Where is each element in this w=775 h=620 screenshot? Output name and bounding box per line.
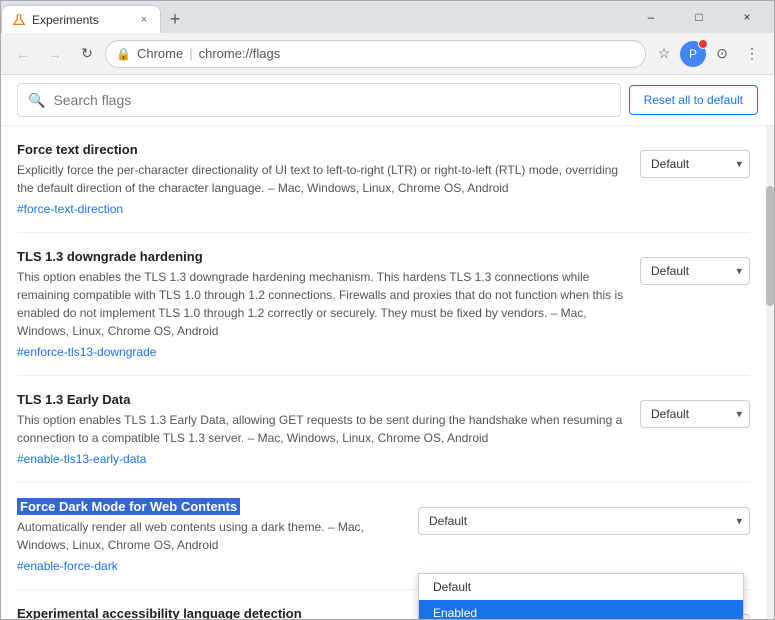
address-bar[interactable]: 🔒 Chrome | chrome://flags [105,40,646,68]
flag-control: Default Enabled Disabled [640,142,750,216]
minimize-button[interactable]: – [628,3,674,31]
flag-name: TLS 1.3 downgrade hardening [17,249,628,264]
search-box[interactable]: 🔍 [17,83,621,117]
forward-button[interactable]: → [41,40,69,68]
refresh-button[interactable]: ↻ [73,40,101,68]
scrollbar-thumb[interactable] [766,186,774,306]
notification-badge [698,39,708,49]
url-text: chrome://flags [199,46,281,61]
flag-item: TLS 1.3 Early Data This option enables T… [17,376,750,483]
tab-strip: Experiments × + [1,1,189,33]
tab-favicon [12,13,26,27]
highlighted-flag-name: Force Dark Mode for Web Contents [17,498,240,515]
menu-icon: ⋮ [745,45,759,62]
scrollbar-track[interactable] [766,126,774,619]
flag-control: Default Enabled Disabled [640,392,750,466]
chrome-label: Chrome [137,46,183,61]
flag-link[interactable]: #force-text-direction [17,202,123,216]
experiments-tab[interactable]: Experiments × [1,5,161,33]
flag-link[interactable]: #enable-tls13-early-data [17,452,146,466]
flag-desc: Automatically render all web contents us… [17,518,406,554]
flag-link[interactable]: #enforce-tls13-downgrade [17,345,156,359]
tab-title: Experiments [32,13,130,27]
select-wrapper: Default Enabled Disabled [640,257,750,285]
flag-control: Default Enabled Disabled [640,249,750,359]
main-content: Force text direction Explicitly force th… [1,126,774,619]
select-wrapper: Default Enabled Disabled [640,400,750,428]
window-controls: – □ × [628,1,774,33]
browser-window: Experiments × + – □ × ← → ↻ 🔒 Chrome | c… [0,0,775,620]
back-button[interactable]: ← [9,40,37,68]
flag-select[interactable]: Default Enabled Disabled [640,150,750,178]
flag-content: TLS 1.3 Early Data This option enables T… [17,392,628,466]
reset-all-button[interactable]: Reset all to default [629,85,758,115]
account-icon: ⊙ [716,45,728,62]
bookmark-icon: ☆ [658,45,671,62]
flag-item: Force text direction Explicitly force th… [17,126,750,233]
flag-desc: This option enables TLS 1.3 Early Data, … [17,411,628,447]
navigation-bar: ← → ↻ 🔒 Chrome | chrome://flags ☆ P ⊙ [1,33,774,75]
force-dark-flag-item: Force Dark Mode for Web Contents Automat… [17,483,750,590]
flag-content: Force Dark Mode for Web Contents Automat… [17,499,406,573]
new-tab-button[interactable]: + [161,5,189,33]
flag-select[interactable]: Default Enabled Disabled [640,257,750,285]
bookmark-button[interactable]: ☆ [650,40,678,68]
google-account-button[interactable]: ⊙ [708,40,736,68]
search-input[interactable] [53,92,609,108]
menu-button[interactable]: ⋮ [738,40,766,68]
forward-icon: → [48,46,62,62]
maximize-button[interactable]: □ [676,3,722,31]
dropdown-item-enabled[interactable]: Enabled [419,600,743,619]
search-bar-container: 🔍 Reset all to default [1,75,774,126]
flag-item: TLS 1.3 downgrade hardening This option … [17,233,750,376]
flag-desc: This option enables the TLS 1.3 downgrad… [17,268,628,340]
flag-name: Force Dark Mode for Web Contents [17,499,406,514]
select-wrapper: Default Enabled Disabled [640,150,750,178]
force-dark-dropdown: Default Enabled Enabled with simple HSL-… [418,573,744,619]
title-bar: Experiments × + – □ × [1,1,774,33]
flag-desc: Explicitly force the per-character direc… [17,161,628,197]
flags-list: Force text direction Explicitly force th… [1,126,766,619]
profile-avatar[interactable]: P [680,41,706,67]
flag-content: TLS 1.3 downgrade hardening This option … [17,249,628,359]
back-icon: ← [16,46,30,62]
flag-control: Default Enabled Enabled with simple HSL-… [418,499,750,573]
flag-link[interactable]: #enable-force-dark [17,559,118,573]
nav-right-controls: ☆ P ⊙ ⋮ [650,40,766,68]
lock-icon: 🔒 [116,47,131,61]
search-icon: 🔍 [28,92,45,109]
flag-name: TLS 1.3 Early Data [17,392,628,407]
close-button[interactable]: × [724,3,770,31]
force-dark-select[interactable]: Default Enabled Enabled with simple HSL-… [418,507,750,535]
refresh-icon: ↻ [81,45,93,62]
flag-name: Force text direction [17,142,628,157]
tab-close-button[interactable]: × [136,12,152,28]
address-divider: | [189,46,192,61]
dropdown-item-default[interactable]: Default [419,574,743,600]
select-wrapper: Default Enabled Enabled with simple HSL-… [418,507,750,535]
flag-select[interactable]: Default Enabled Disabled [640,400,750,428]
flag-content: Force text direction Explicitly force th… [17,142,628,216]
